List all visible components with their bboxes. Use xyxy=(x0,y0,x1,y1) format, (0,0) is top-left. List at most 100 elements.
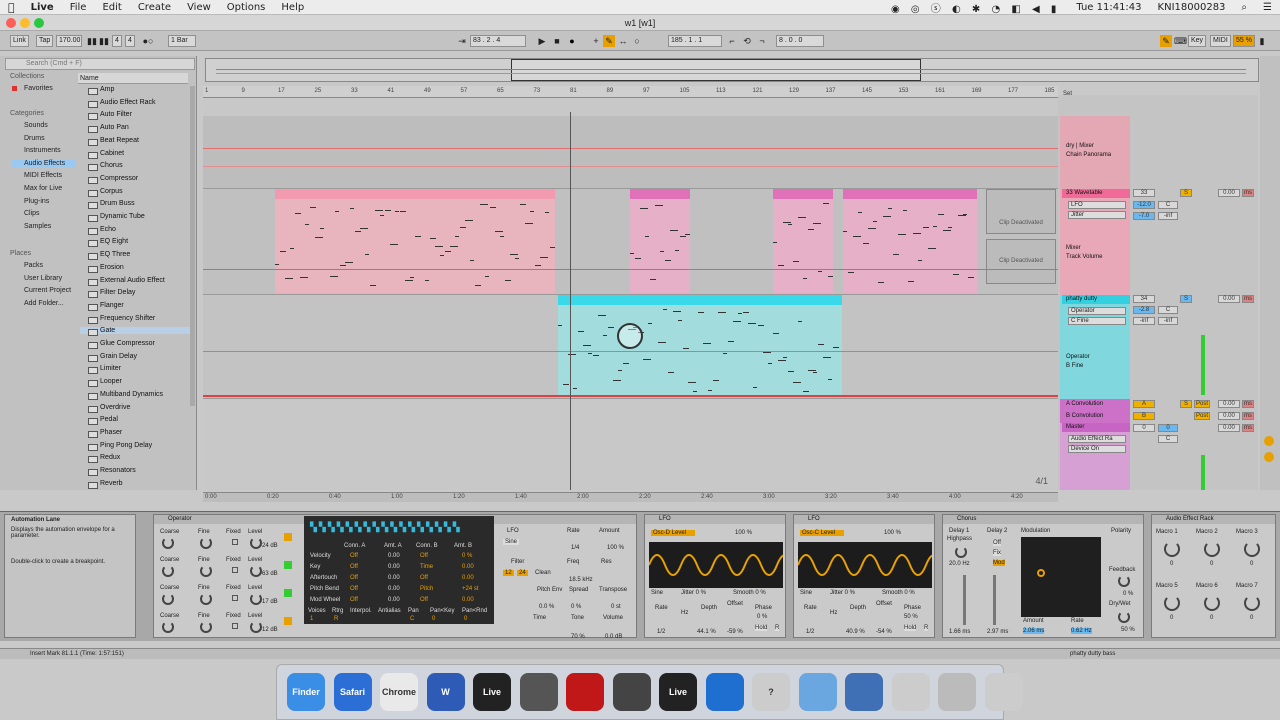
browser-item[interactable]: Cabinet xyxy=(80,150,190,159)
clip-header[interactable] xyxy=(558,295,842,305)
lfo-jitter[interactable]: Jitter 0 % xyxy=(830,590,855,596)
trash-icon[interactable] xyxy=(984,673,1023,711)
send-a-field[interactable]: -7.0 xyxy=(1133,212,1155,220)
macro-knob[interactable] xyxy=(1244,595,1260,611)
rate-value[interactable]: 0.62 Hz xyxy=(1071,628,1092,634)
browser-item[interactable]: Reverb xyxy=(80,480,190,489)
global-param-value[interactable]: 0 xyxy=(464,616,467,622)
category-sounds[interactable]: Sounds xyxy=(12,122,48,129)
solo-button[interactable]: S xyxy=(1180,400,1192,408)
post-button[interactable]: Post xyxy=(1194,400,1210,408)
fine-knob[interactable] xyxy=(200,593,212,605)
return-io[interactable]: B xyxy=(1133,412,1155,420)
mode-off[interactable]: Off xyxy=(993,540,1001,546)
track-level[interactable]: 0.00 xyxy=(1218,412,1240,420)
help-icon[interactable]: ? xyxy=(752,673,790,711)
nudge-up-icon[interactable]: ▮▮ xyxy=(98,35,110,47)
conn-a[interactable]: Off xyxy=(350,564,358,570)
browser-item[interactable]: Phaser xyxy=(80,429,190,438)
param-chooser[interactable]: Device On xyxy=(1068,445,1126,453)
back-to-arrangement-icon[interactable]: ↔ xyxy=(617,35,629,47)
amount-value[interactable]: 2.06 ms xyxy=(1023,628,1045,634)
app-menu[interactable]: Live xyxy=(23,2,62,13)
record-icon[interactable]: ● xyxy=(566,35,578,47)
lfo-target[interactable]: Osc-C Level xyxy=(800,530,844,536)
category-instruments[interactable]: Instruments xyxy=(12,147,61,154)
conn-b[interactable]: Pitch xyxy=(420,586,433,592)
highpass-value[interactable]: 20.0 Hz xyxy=(949,561,970,567)
word-icon[interactable]: W xyxy=(426,673,465,711)
lfo-depth-value[interactable]: 40.9 % xyxy=(846,629,865,635)
metronome-icon[interactable]: ●○ xyxy=(142,35,154,47)
return-track-a[interactable]: A Convolution xyxy=(1060,399,1130,411)
level-value[interactable]: -24 dB xyxy=(260,543,278,549)
place-current-project[interactable]: Current Project xyxy=(12,287,71,294)
amt-a[interactable]: 0.00 xyxy=(388,564,400,570)
browser-item[interactable]: Echo xyxy=(80,226,190,235)
mute-button[interactable]: ms xyxy=(1242,189,1254,197)
volume-automation-line[interactable] xyxy=(203,269,1058,270)
loop-start-field[interactable]: 185 . 1 . 1 xyxy=(668,35,722,47)
menu-user[interactable]: KNI18000283 xyxy=(1150,2,1234,13)
browser-scrollbar[interactable] xyxy=(190,86,195,406)
volume-value[interactable]: 0.0 dB xyxy=(605,634,622,640)
param-chooser[interactable]: Jitter xyxy=(1068,211,1126,219)
browser-item[interactable]: Grain Delay xyxy=(80,353,190,362)
browser-item[interactable]: Pedal xyxy=(80,416,190,426)
master-volume[interactable]: 0 xyxy=(1158,424,1178,432)
delay2-slider[interactable] xyxy=(993,575,996,625)
session-record-icon[interactable]: ○ xyxy=(631,35,643,47)
midi-clip[interactable] xyxy=(630,189,690,293)
menu-help[interactable]: Help xyxy=(273,2,312,13)
drywet-value[interactable]: 50 % xyxy=(1121,627,1135,633)
fixed-toggle[interactable] xyxy=(232,567,238,573)
lfo-phase-value[interactable]: 50 % xyxy=(904,614,918,620)
lfo-offset-value[interactable]: -54 % xyxy=(876,629,892,635)
punch-in-icon[interactable]: ⌐ xyxy=(726,35,738,47)
amt-a[interactable]: 0.00 xyxy=(388,597,400,603)
macro-knob[interactable] xyxy=(1164,541,1180,557)
track-name[interactable]: phatty dutty xyxy=(1062,295,1130,304)
browser-name-header[interactable]: Name xyxy=(78,73,188,84)
mute-button[interactable]: ms xyxy=(1242,295,1254,303)
apple-menu-icon[interactable]:  xyxy=(0,1,23,14)
fixed-toggle[interactable] xyxy=(232,595,238,601)
post-button[interactable]: Post xyxy=(1194,412,1210,420)
oscillator-on-toggle[interactable] xyxy=(284,617,292,625)
delay2-value[interactable]: 2.97 ms xyxy=(987,629,1008,635)
follow-icon[interactable]: ⇥ xyxy=(456,35,468,47)
amount-value[interactable]: 100 % xyxy=(607,545,624,551)
category-samples[interactable]: Samples xyxy=(12,223,51,230)
browser-item[interactable]: Drum Buss xyxy=(80,200,190,210)
amt-b[interactable]: 0.00 xyxy=(462,597,474,603)
finder-icon[interactable]: Finder xyxy=(287,673,325,711)
midi-clip[interactable] xyxy=(558,295,842,397)
lfo-wave[interactable]: Sine xyxy=(800,590,812,596)
algorithm-grid-icon[interactable]: ▚▚▚▚▚▚▚▚▚▚▚▚▚▚▚▚▚ xyxy=(310,522,490,536)
browser-item[interactable]: Frequency Shifter xyxy=(80,315,190,324)
tempo-field[interactable]: 170.00 xyxy=(56,35,82,47)
browser-item[interactable]: Amp xyxy=(80,86,190,95)
browser-item[interactable]: Flanger xyxy=(80,302,190,311)
conn-b[interactable]: Off xyxy=(420,553,428,559)
arrangement-overview[interactable] xyxy=(205,58,1259,82)
clip-header[interactable] xyxy=(773,189,833,199)
transpose-value[interactable]: 0 st xyxy=(611,604,621,610)
macro-knob[interactable] xyxy=(1164,595,1180,611)
place-packs[interactable]: Packs xyxy=(12,262,43,269)
track-number[interactable]: 33 xyxy=(1133,189,1155,197)
send-b-field[interactable]: -inf xyxy=(1158,317,1178,325)
lfo-amount[interactable]: 100 % xyxy=(735,530,752,536)
browser-item[interactable]: Auto Pan xyxy=(80,124,190,134)
lfo-hold-button[interactable]: Hold xyxy=(755,625,768,631)
oscillator-on-toggle[interactable] xyxy=(284,589,292,597)
utility-icon[interactable] xyxy=(519,673,558,711)
clean-label[interactable]: Clean xyxy=(535,570,551,576)
browser-item[interactable]: Filter Delay xyxy=(80,289,190,299)
browser-item[interactable]: Auto Filter xyxy=(80,111,190,121)
track-header-wavetable[interactable]: 33 Wavetable LFO Jitter Mixer Track Volu… xyxy=(1060,189,1130,295)
device-chooser[interactable]: Audio Effect Ra xyxy=(1068,435,1126,443)
send-b-field[interactable]: -inf xyxy=(1158,212,1178,220)
arrangement-empty-area[interactable]: 4/1 xyxy=(203,399,1058,490)
close-window-button[interactable] xyxy=(6,18,16,28)
